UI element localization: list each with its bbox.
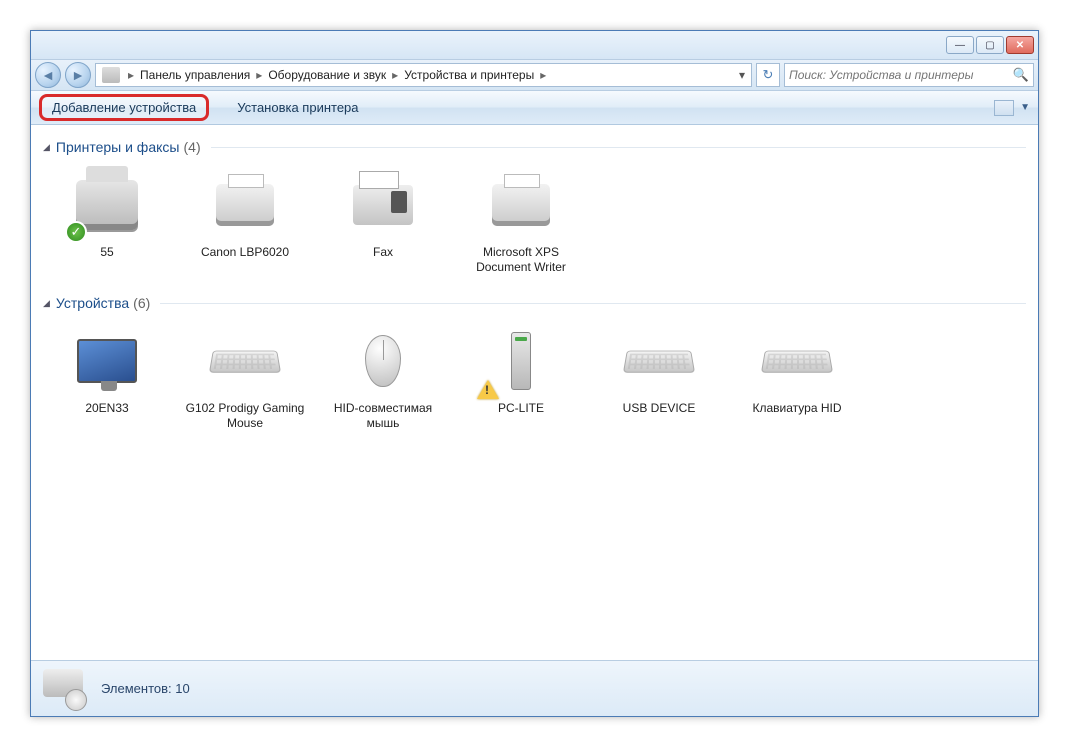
command-bar: Добавление устройства Установка принтера… [31,91,1038,125]
breadcrumb-item[interactable]: Устройства и принтеры [402,66,536,84]
view-options-button[interactable] [994,100,1014,116]
group-header-printers[interactable]: ◢ Принтеры и факсы (4) [43,139,1026,155]
printer-icon [492,184,550,226]
address-bar[interactable]: ▸ Панель управления ▸ Оборудование и зву… [95,63,752,87]
minimize-button[interactable]: — [946,36,974,54]
device-label: PC-LITE [498,401,544,416]
device-item[interactable]: ✓ 55 [47,165,167,275]
nav-bar: ◄ ► ▸ Панель управления ▸ Оборудование и… [31,59,1038,91]
keyboard-icon [761,351,833,373]
location-icon [102,67,120,83]
device-label: Canon LBP6020 [201,245,289,260]
fax-icon [353,185,413,225]
details-pane: Элементов: 10 [31,660,1038,716]
search-input[interactable] [789,68,1013,82]
collapse-icon: ◢ [43,298,50,309]
add-printer-button[interactable]: Установка принтера [227,96,368,119]
breadcrumb-sep-icon: ▸ [388,68,402,82]
explorer-window: — ▢ ✕ ◄ ► ▸ Панель управления ▸ Оборудов… [30,30,1039,717]
printer-icon [76,180,138,230]
device-label: 55 [100,245,113,260]
device-label: Microsoft XPS Document Writer [461,245,581,275]
group-header-devices[interactable]: ◢ Устройства (6) [43,295,1026,311]
group-title: Принтеры и факсы [56,139,180,155]
group-title: Устройства [56,295,129,311]
printer-icon [216,184,274,226]
add-device-button[interactable]: Добавление устройства [39,94,209,121]
search-box[interactable]: 🔍 [784,63,1034,87]
mouse-icon [365,335,401,387]
device-item[interactable]: USB DEVICE [599,321,719,431]
device-label: Fax [373,245,393,260]
device-label: 20EN33 [85,401,128,416]
device-label: HID-совместимая мышь [323,401,443,431]
item-count-label: Элементов: 10 [101,681,190,696]
device-label: G102 Prodigy Gaming Mouse [185,401,305,431]
group-count: (6) [133,295,150,311]
warning-icon [477,380,499,399]
refresh-button[interactable]: ↻ [756,63,780,87]
device-item[interactable]: Клавиатура HID [737,321,857,431]
collapse-icon: ◢ [43,142,50,153]
breadcrumb-sep-icon: ▸ [536,68,550,82]
devices-icon [41,667,89,711]
breadcrumb-sep-icon: ▸ [252,68,266,82]
content-area: ◢ Принтеры и факсы (4) ✓ 55 Canon LBP602… [31,125,1038,660]
device-label: Клавиатура HID [753,401,842,416]
keyboard-icon [209,351,281,373]
device-item[interactable]: Fax [323,165,443,275]
breadcrumb-sep-icon: ▸ [124,68,138,82]
breadcrumb-item[interactable]: Панель управления [138,66,252,84]
monitor-icon [77,339,137,383]
device-item[interactable]: G102 Prodigy Gaming Mouse [185,321,305,431]
forward-button[interactable]: ► [65,62,91,88]
computer-icon [511,332,531,390]
device-item[interactable]: HID-совместимая мышь [323,321,443,431]
maximize-button[interactable]: ▢ [976,36,1004,54]
close-button[interactable]: ✕ [1006,36,1034,54]
group-items-printers: ✓ 55 Canon LBP6020 Fax Microsoft XPS Doc… [43,159,1026,289]
chevron-down-icon[interactable]: ▼ [1020,102,1030,113]
device-item[interactable]: 20EN33 [47,321,167,431]
keyboard-icon [623,351,695,373]
titlebar: — ▢ ✕ [31,31,1038,59]
device-label: USB DEVICE [623,401,696,416]
device-item[interactable]: Canon LBP6020 [185,165,305,275]
device-item[interactable]: Microsoft XPS Document Writer [461,165,581,275]
search-icon[interactable]: 🔍 [1013,67,1029,83]
breadcrumb-item[interactable]: Оборудование и звук [266,66,388,84]
device-item[interactable]: PC-LITE [461,321,581,431]
group-items-devices: 20EN33 G102 Prodigy Gaming Mouse HID-сов… [43,315,1026,445]
address-dropdown-icon[interactable]: ▾ [735,68,749,82]
back-button[interactable]: ◄ [35,62,61,88]
default-check-icon: ✓ [65,221,87,243]
group-count: (4) [183,139,200,155]
